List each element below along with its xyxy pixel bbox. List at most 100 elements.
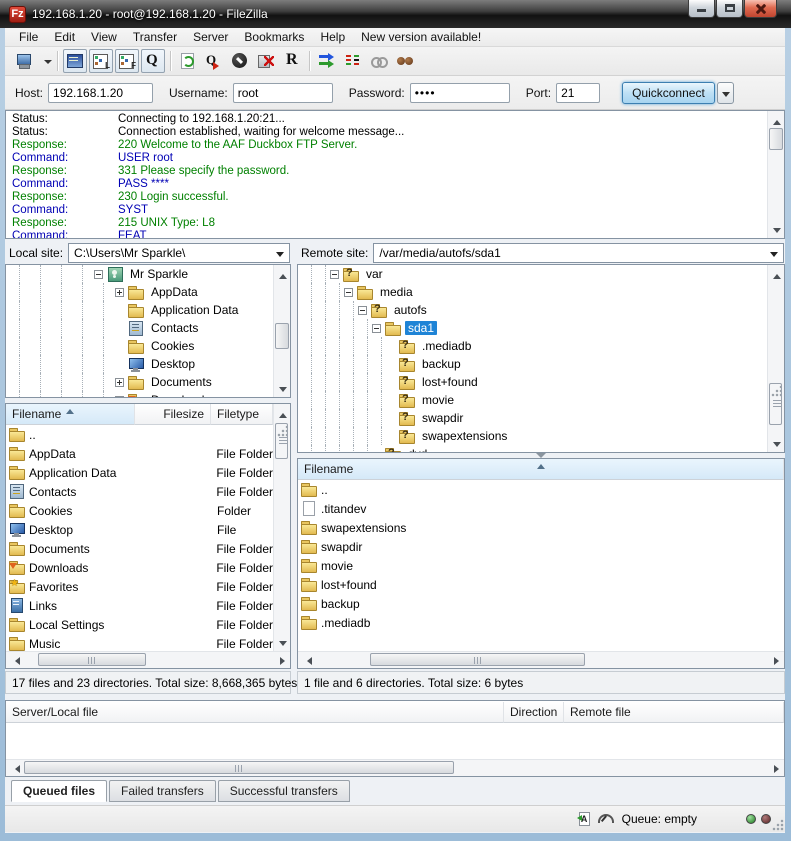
column-header-filesize[interactable]: Filesize [135, 404, 211, 425]
resize-grip[interactable] [771, 818, 784, 831]
remote-tree-item-movie[interactable]: ?movie [298, 391, 784, 409]
scroll-left-icon[interactable] [299, 653, 314, 667]
file-row-appdata[interactable]: AppDataFile Folder [6, 444, 273, 463]
scroll-down-icon[interactable] [275, 381, 289, 396]
cancel-operation-button[interactable] [228, 49, 252, 73]
scroll-left-icon[interactable] [7, 653, 22, 667]
tab-queued-files[interactable]: Queued files [11, 780, 107, 802]
tree-expander-plus-icon[interactable] [115, 396, 124, 399]
scroll-left-icon[interactable] [7, 761, 22, 775]
queue-column-direction[interactable]: Direction [504, 702, 564, 723]
menu-item-bookmarks[interactable]: Bookmarks [236, 28, 312, 47]
queue-hscrollbar[interactable] [6, 759, 784, 776]
local-tree-item-appdata[interactable]: AppData [6, 283, 290, 301]
scroll-down-icon[interactable] [769, 222, 783, 237]
scroll-thumb[interactable] [769, 128, 783, 150]
scroll-thumb[interactable] [275, 323, 289, 349]
file-row-backup[interactable]: backup [298, 594, 784, 613]
tab-successful-transfers[interactable]: Successful transfers [218, 780, 350, 802]
remote-tree-item-autofs[interactable]: ?autofs [298, 301, 784, 319]
local-tree-item-downloads[interactable]: Downloads [6, 391, 290, 398]
menu-item-server[interactable]: Server [185, 28, 236, 47]
local-tree-item-desktop[interactable]: Desktop [6, 355, 290, 373]
file-row-application-data[interactable]: Application DataFile Folder [6, 463, 273, 482]
local-tree-item-documents[interactable]: Documents [6, 373, 290, 391]
tree-expander-minus-icon[interactable] [94, 270, 103, 279]
scroll-right-icon[interactable] [274, 653, 289, 667]
site-manager-dropdown[interactable] [38, 49, 52, 73]
remote-tree-item-swapextensions[interactable]: ?swapextensions [298, 427, 784, 445]
file-row-mediadb[interactable]: .mediadb [298, 613, 784, 632]
file-row-local-settings[interactable]: Local SettingsFile Folder [6, 615, 273, 634]
local-tree-item-contacts[interactable]: Contacts [6, 319, 290, 337]
remote-tree-item-media[interactable]: media [298, 283, 784, 301]
file-row-documents[interactable]: DocumentsFile Folder [6, 539, 273, 558]
local-tree-scrollbar[interactable] [273, 265, 290, 397]
scroll-thumb[interactable] [275, 423, 288, 459]
tree-expander-minus-icon[interactable] [358, 306, 367, 315]
file-row-favorites[interactable]: ★FavoritesFile Folder [6, 577, 273, 596]
remote-site-combo[interactable]: /var/media/autofs/sda1 [373, 243, 784, 263]
queue-column-remote-file[interactable]: Remote file [564, 702, 784, 723]
host-input[interactable] [48, 83, 153, 103]
tree-expander-plus-icon[interactable] [115, 288, 124, 297]
file-row-desktop[interactable]: DesktopFile [6, 520, 273, 539]
local-site-combo[interactable]: C:\Users\Mr Sparkle\ [68, 243, 290, 263]
remote-tree-item-lost-found[interactable]: ?lost+found [298, 373, 784, 391]
file-row-swapextensions[interactable]: swapextensions [298, 518, 784, 537]
search-files-button[interactable] [393, 49, 417, 73]
toggle-message-log-button[interactable] [63, 49, 87, 73]
scroll-up-icon[interactable] [769, 112, 783, 127]
tree-expander-minus-icon[interactable] [372, 324, 381, 333]
file-row-music[interactable]: MusicFile Folder [6, 634, 273, 651]
file-row-titandev[interactable]: .titandev [298, 499, 784, 518]
column-header-filename[interactable]: Filename [298, 459, 784, 480]
scroll-down-icon[interactable] [769, 436, 783, 451]
scroll-up-icon[interactable] [275, 266, 289, 281]
local-list-hscrollbar[interactable] [6, 651, 290, 668]
remote-tree-item-dvd[interactable]: ?dvd [298, 445, 784, 453]
disconnect-button[interactable] [254, 49, 278, 73]
file-row-links[interactable]: LinksFile Folder [6, 596, 273, 615]
scroll-up-icon[interactable] [769, 266, 783, 281]
local-tree-item-mr-sparkle[interactable]: Mr Sparkle [6, 265, 290, 283]
file-row-[interactable]: .. [298, 480, 784, 499]
refresh-button[interactable] [176, 49, 200, 73]
scroll-up-icon[interactable] [275, 405, 289, 420]
menu-item-edit[interactable]: Edit [46, 28, 83, 47]
toggle-remote-tree-button[interactable] [115, 49, 139, 73]
message-log-scrollbar[interactable] [767, 111, 784, 238]
quickconnect-button[interactable]: Quickconnect [622, 82, 715, 104]
column-header-filename[interactable]: Filename [6, 404, 135, 425]
scroll-right-icon[interactable] [768, 761, 783, 775]
site-manager-button[interactable] [12, 49, 36, 73]
menu-item-help[interactable]: Help [312, 28, 353, 47]
password-input[interactable] [410, 83, 510, 103]
file-row-contacts[interactable]: ContactsFile Folder [6, 482, 273, 501]
remote-tree-item-backup[interactable]: ?backup [298, 355, 784, 373]
process-queue-button[interactable] [202, 49, 226, 73]
file-row-cookies[interactable]: CookiesFolder [6, 501, 273, 520]
remote-tree-item-swapdir[interactable]: ?swapdir [298, 409, 784, 427]
scroll-down-icon[interactable] [275, 635, 289, 650]
scroll-right-icon[interactable] [768, 653, 783, 667]
title-bar[interactable]: Fz 192.168.1.20 - root@192.168.1.20 - Fi… [0, 0, 791, 28]
menu-item-new-version-available[interactable]: New version available! [353, 28, 489, 47]
toggle-queue-button[interactable] [141, 49, 165, 73]
minimize-button[interactable] [688, 0, 715, 18]
menu-item-view[interactable]: View [83, 28, 125, 47]
maximize-button[interactable] [716, 0, 743, 18]
directory-comparison-button[interactable] [315, 49, 339, 73]
menu-item-transfer[interactable]: Transfer [125, 28, 185, 47]
reconnect-button[interactable] [280, 49, 304, 73]
local-tree-item-application-data[interactable]: Application Data [6, 301, 290, 319]
tree-expander-plus-icon[interactable] [115, 378, 124, 387]
comparison-listing-button[interactable] [341, 49, 365, 73]
local-tree-item-cookies[interactable]: Cookies [6, 337, 290, 355]
file-row-[interactable]: .. [6, 425, 273, 444]
file-row-downloads[interactable]: DownloadsFile Folder [6, 558, 273, 577]
file-row-swapdir[interactable]: swapdir [298, 537, 784, 556]
scroll-thumb[interactable] [769, 383, 782, 425]
queue-column-server-local-file[interactable]: Server/Local file [6, 702, 504, 723]
port-input[interactable] [556, 83, 600, 103]
